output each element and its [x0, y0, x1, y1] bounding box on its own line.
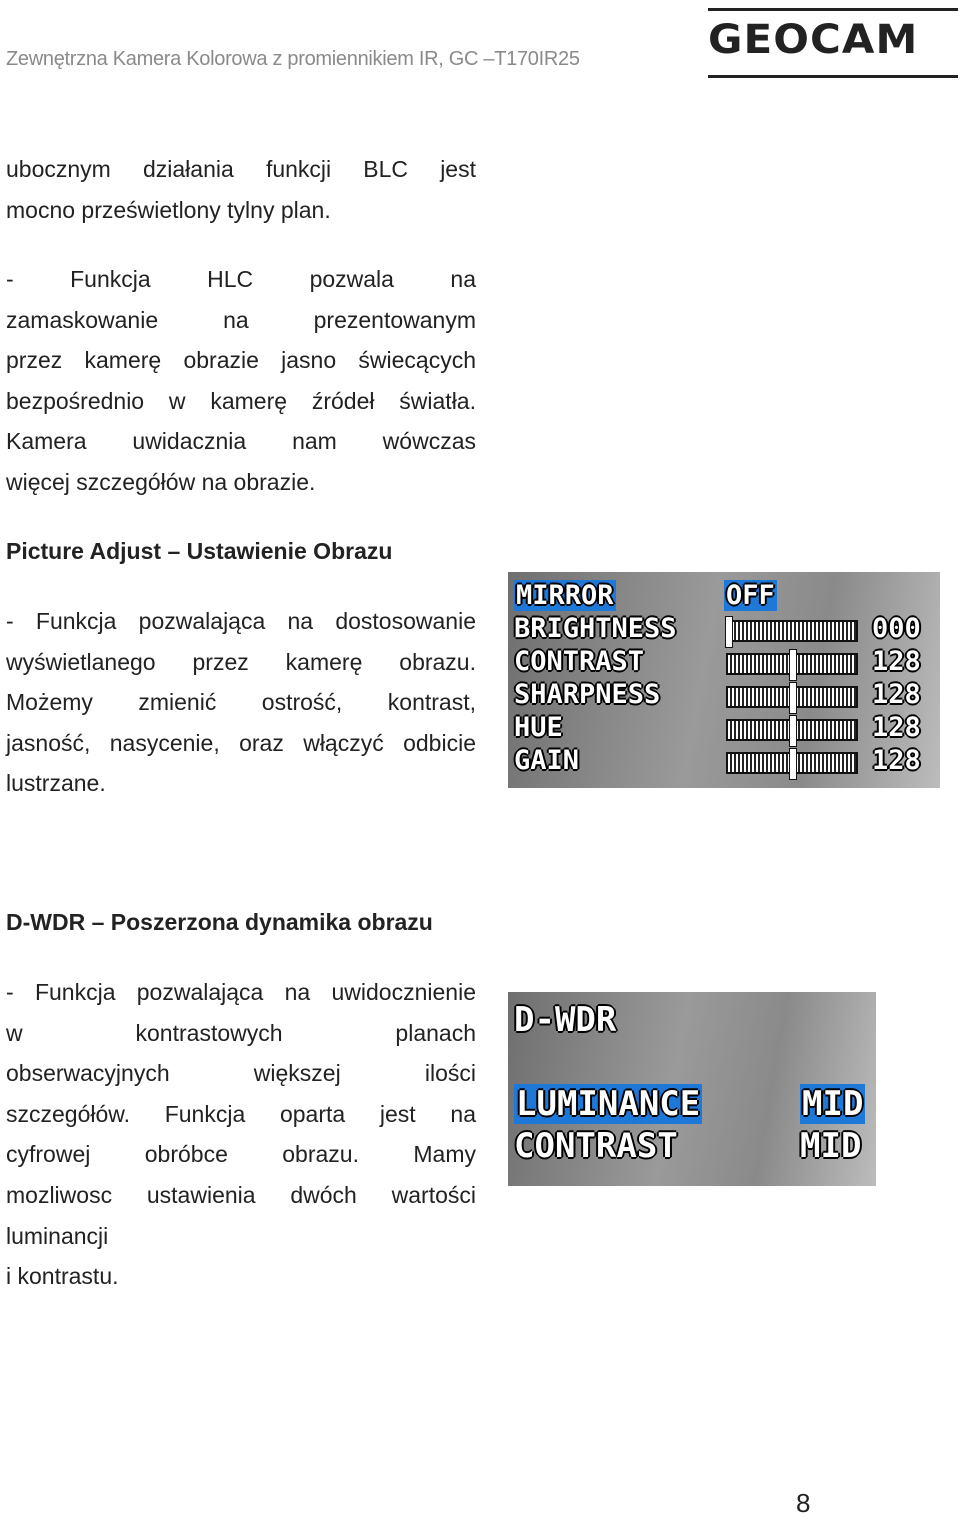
document-page: Zewnętrzna Kamera Kolorowa z promienniki…	[0, 0, 960, 1521]
text-line: więcej szczegółów na obrazie.	[6, 468, 316, 495]
picture-adjust-osd-image: MIRROR OFF BRIGHTNESS 000 CONTRAST 128 SHARPNE…	[508, 572, 940, 788]
paragraph-blc: ubocznym działania funkcji BLC jest mocno…	[6, 149, 476, 230]
text-line: przez kamerę obrazie jasno świecących	[6, 347, 476, 374]
text-line: cyfrowej obróbce obrazu. Mamy	[6, 1141, 476, 1168]
osd-label: CONTRAST	[514, 646, 645, 677]
dwdr-osd-image: D-WDR LUMINANCE MID CONTRAST MID	[508, 992, 876, 1186]
osd-value: 128	[872, 646, 921, 677]
osd-value: OFF	[724, 580, 777, 611]
text-line: - Funkcja pozwalająca na dostosowanie	[6, 608, 476, 634]
osd-slider	[725, 616, 858, 648]
text-line: bezpośrednio w kamerę źródeł światła.	[6, 387, 476, 414]
text-line: luminancji	[6, 1222, 109, 1249]
heading-dwdr: D-WDR – Poszerzona dynamika obrazu	[6, 909, 433, 935]
geocam-logo: GEOCAM	[708, 8, 958, 78]
osd-label: MIRROR	[514, 580, 616, 611]
osd-value: 128	[872, 745, 921, 776]
text-line: zamaskowanie na prezentowanym	[6, 306, 476, 333]
text-line: szczegółów. Funkcja oparta jest na	[6, 1100, 476, 1127]
osd-slider	[726, 715, 858, 747]
page-number: 8	[796, 1488, 811, 1518]
text-line: mocno prześwietlony tylny plan.	[6, 196, 331, 223]
text-line: wyświetlanego przez kamerę obrazu.	[6, 648, 476, 675]
osd-label: HUE	[514, 712, 563, 743]
osd-value: 128	[872, 712, 921, 743]
osd-label: LUMINANCE	[514, 1084, 703, 1124]
osd-slider	[726, 748, 858, 780]
osd-label: SHARPNESS	[514, 679, 661, 710]
header-title: Zewnętrzna Kamera Kolorowa z promienniki…	[6, 48, 580, 70]
osd-value: MID	[800, 1126, 862, 1166]
paragraph-dwdr: - Funkcja pozwalająca na uwidocznienie w …	[6, 972, 476, 1297]
paragraph-picture-adjust: - Funkcja pozwalająca na dostosowanie wyś…	[6, 601, 476, 804]
text-line: i kontrastu.	[6, 1263, 119, 1290]
osd-label: BRIGHTNESS	[514, 613, 677, 644]
osd-title: D-WDR	[514, 1000, 617, 1040]
osd-value: 128	[872, 679, 921, 710]
text-line: jasność, nasycenie, oraz włączyć odbicie	[6, 729, 476, 756]
text-line: w kontrastowych planach	[6, 1019, 476, 1046]
text-line: - Funkcja HLC pozwala na	[6, 266, 476, 292]
text-line: - Funkcja pozwalająca na uwidocznienie	[6, 979, 476, 1005]
text-line: lustrzane.	[6, 770, 106, 797]
osd-label: GAIN	[514, 745, 580, 776]
osd-slider	[726, 649, 858, 681]
text-line: obserwacyjnych większej ilości	[6, 1060, 476, 1087]
text-line: Kamera uwidacznia nam wówczas	[6, 428, 476, 455]
text-line: Możemy zmienić ostrość, kontrast,	[6, 689, 476, 716]
text-line: mozliwosc ustawienia dwóch wartości	[6, 1181, 476, 1208]
osd-value: 000	[872, 613, 921, 644]
text-line: ubocznym działania funkcji BLC jest	[6, 156, 476, 182]
heading-picture-adjust: Picture Adjust – Ustawienie Obrazu	[6, 538, 393, 564]
osd-value: MID	[800, 1084, 866, 1124]
osd-slider	[726, 682, 858, 714]
osd-label: CONTRAST	[514, 1126, 678, 1166]
paragraph-hlc: - Funkcja HLC pozwala na zamaskowanie na …	[6, 259, 476, 503]
